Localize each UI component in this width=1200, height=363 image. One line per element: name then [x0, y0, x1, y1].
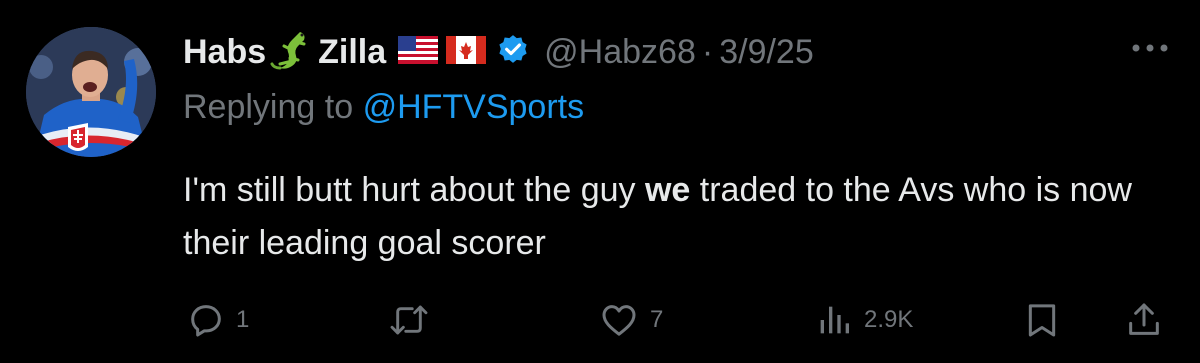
tweet-text-part1: I'm still butt hurt about the guy	[183, 171, 645, 209]
separator-dot: ·	[701, 32, 714, 71]
retweet-icon	[390, 305, 428, 335]
reply-icon	[191, 305, 221, 337]
lizard-icon	[270, 28, 314, 77]
user-handle[interactable]: @Habz68	[544, 33, 696, 72]
views-button[interactable]: 2.9K	[814, 292, 913, 348]
like-count: 7	[650, 306, 664, 333]
views-icon	[820, 306, 849, 334]
like-button[interactable]: 7	[598, 292, 663, 348]
bookmark-icon	[1028, 304, 1056, 337]
reply-count: 1	[236, 306, 250, 333]
more-dots-icon	[1132, 44, 1168, 52]
tweet-text: I'm still butt hurt about the guy we tra…	[183, 164, 1143, 270]
tweet-text-bold: we	[644, 171, 691, 209]
verified-badge-icon[interactable]	[496, 33, 530, 72]
more-options-button[interactable]	[1128, 33, 1172, 63]
reply-button[interactable]: 1	[186, 292, 249, 348]
bookmark-button[interactable]	[1022, 292, 1062, 348]
replying-to-line: Replying to @HFTVSports	[183, 88, 584, 127]
tweet-date[interactable]: 3/9/25	[719, 33, 814, 72]
replying-to-label: Replying to	[183, 88, 354, 126]
share-button[interactable]	[1124, 292, 1164, 348]
tweet-header: Habs Zilla @Habz68 · 3/9/25	[183, 24, 814, 80]
replying-to-handle[interactable]: @HFTVSports	[363, 88, 585, 126]
heart-icon	[602, 305, 636, 336]
us-flag-icon	[398, 35, 439, 69]
avatar-image	[26, 27, 156, 157]
avatar[interactable]	[26, 27, 156, 157]
display-name-part2[interactable]: Zilla	[318, 33, 386, 72]
action-bar: 1 7 2.9K	[0, 292, 1200, 352]
views-count: 2.9K	[864, 306, 914, 333]
display-name-part1[interactable]: Habs	[183, 33, 266, 72]
share-icon	[1129, 303, 1159, 335]
canada-flag-icon	[446, 35, 487, 69]
tweet[interactable]: Habs Zilla @Habz68 · 3/9/25 Replying to …	[0, 0, 1200, 363]
retweet-button[interactable]	[388, 292, 430, 348]
